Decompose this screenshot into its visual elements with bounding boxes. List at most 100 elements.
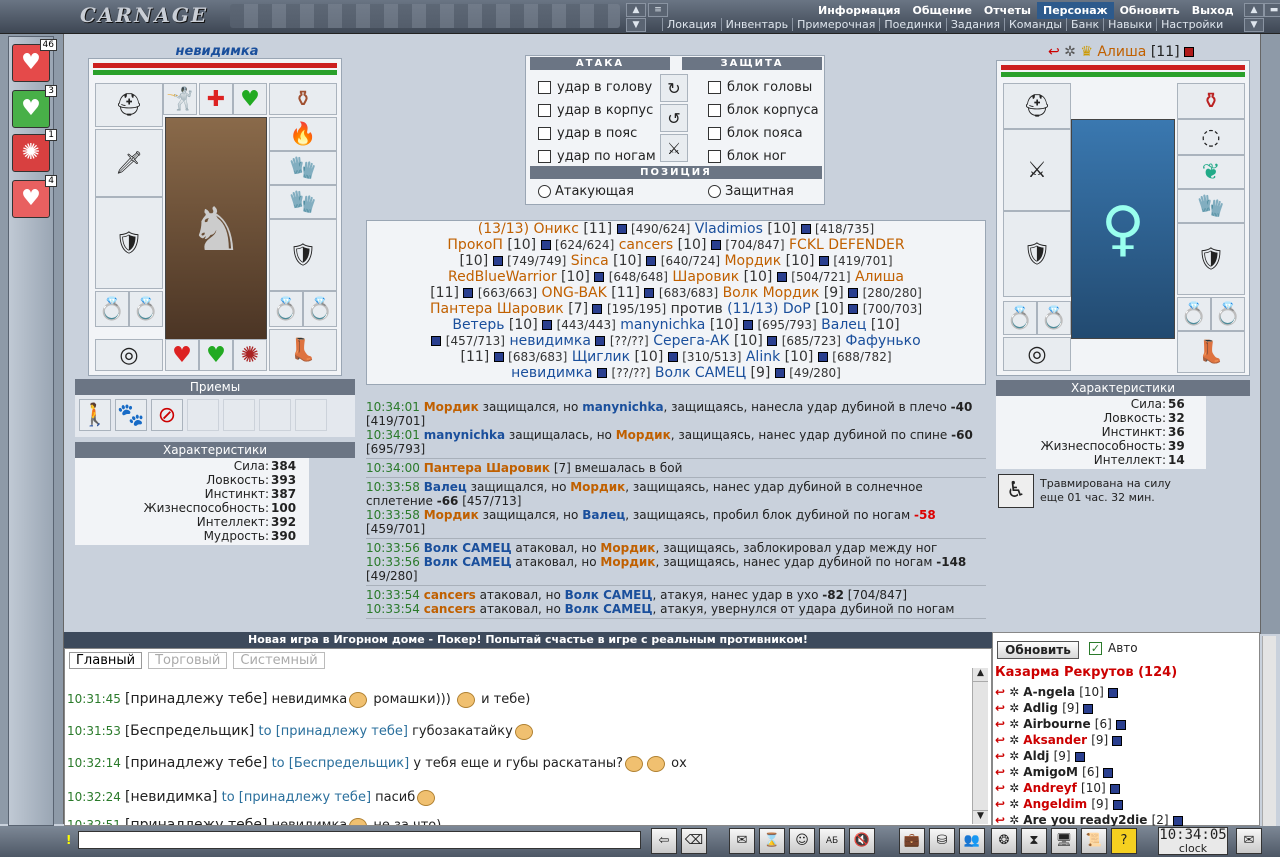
- chat-message-input[interactable]: [78, 831, 641, 849]
- combatant-name[interactable]: Серега-АК: [653, 333, 729, 349]
- info-icon[interactable]: [667, 352, 678, 362]
- info-icon[interactable]: [592, 304, 603, 314]
- combatant-name[interactable]: Vladimios: [695, 221, 763, 237]
- private-arrow-icon[interactable]: ↩: [995, 733, 1005, 747]
- info-icon[interactable]: [776, 272, 787, 282]
- quickslot-heart-icon[interactable]: ♥ 46: [12, 39, 57, 82]
- opp-boots-slot[interactable]: 👢: [1177, 331, 1245, 373]
- ring-slot-2[interactable]: 💍: [129, 291, 163, 327]
- info-icon[interactable]: [818, 256, 829, 266]
- combatant-name[interactable]: невидимка: [511, 365, 593, 381]
- info-icon[interactable]: [767, 336, 778, 346]
- opp-ring-slot-4[interactable]: 💍: [1211, 297, 1245, 331]
- rune-slot[interactable]: 🤺: [163, 83, 197, 115]
- auto-checkbox[interactable]: ✓: [1089, 642, 1102, 655]
- roster-user[interactable]: ↩ ✲ Are you ready2die [2]: [995, 813, 1183, 827]
- private-arrow-icon[interactable]: ↩: [995, 781, 1005, 795]
- weapon-slot[interactable]: 🗡: [95, 129, 163, 197]
- combatant-name[interactable]: Алиша: [855, 269, 904, 285]
- attack-option[interactable]: удар в корпус: [538, 99, 656, 122]
- hourglass-gold-icon[interactable]: ⧗: [1021, 828, 1047, 854]
- combatant-name[interactable]: Волк Мордик: [723, 285, 820, 301]
- log-player[interactable]: cancers: [424, 588, 476, 602]
- technique-paw-icon[interactable]: 🐾: [115, 399, 147, 431]
- technique-empty-3[interactable]: [259, 399, 291, 431]
- info-icon[interactable]: [848, 288, 859, 298]
- info-icon[interactable]: [800, 224, 811, 234]
- info-icon[interactable]: [743, 320, 754, 330]
- combatant-name[interactable]: Пантера Шаровик: [430, 301, 564, 317]
- helmet-slot[interactable]: ⛑: [95, 83, 163, 127]
- belt-slot[interactable]: ◎: [95, 339, 163, 371]
- attack-option[interactable]: удар по ногам: [538, 145, 656, 168]
- main-menu-item[interactable]: Отчеты: [978, 2, 1037, 19]
- sub-menu-item[interactable]: Задания: [945, 18, 1004, 31]
- combatant-name[interactable]: Ветерь: [452, 317, 504, 333]
- info-icon[interactable]: [1172, 815, 1183, 826]
- ring-slot-3[interactable]: 💍: [269, 291, 303, 327]
- sub-menu-item[interactable]: Навыки: [1103, 18, 1156, 31]
- opp-bracer-slot[interactable]: ❦: [1177, 155, 1245, 189]
- roster-user[interactable]: ↩ ✲ Angeldim [9]: [995, 797, 1123, 811]
- coins-icon[interactable]: ⛁: [929, 828, 955, 854]
- log-player[interactable]: manynichka: [582, 400, 663, 414]
- log-player[interactable]: Волк САМЕЦ: [565, 588, 653, 602]
- info-icon[interactable]: [1112, 799, 1123, 810]
- sub-menu-item[interactable]: Локация: [662, 18, 721, 31]
- runes-slot[interactable]: ✺: [233, 339, 267, 371]
- roster-user-name[interactable]: Angeldim: [1023, 797, 1087, 811]
- combatant-name[interactable]: (11/13): [727, 301, 778, 317]
- private-arrow-icon[interactable]: ↩: [995, 765, 1005, 779]
- technique-attack-icon[interactable]: 🚶: [79, 399, 111, 431]
- log-player[interactable]: manynichka: [424, 428, 505, 442]
- info-icon[interactable]: [542, 320, 553, 330]
- roster-user-name[interactable]: Aksander: [1023, 733, 1087, 747]
- ring-slot-4[interactable]: 💍: [303, 291, 337, 327]
- opp-weapon-slot[interactable]: ⚔: [1003, 129, 1071, 211]
- crossed-swords-icon[interactable]: ⚔: [660, 134, 688, 162]
- info-icon[interactable]: [1115, 719, 1126, 730]
- technique-block-icon[interactable]: ⊘: [151, 399, 183, 431]
- chat-sender[interactable]: [невидимка]: [125, 789, 217, 805]
- monitor-icon[interactable]: 🖥: [1051, 828, 1077, 854]
- info-icon[interactable]: [817, 352, 828, 362]
- log-player[interactable]: Мордик: [424, 400, 479, 414]
- chat-recipient[interactable]: to [Беспредельщик]: [267, 756, 410, 771]
- info-icon[interactable]: [1109, 783, 1120, 794]
- private-arrow-icon[interactable]: ↩: [995, 701, 1005, 715]
- eraser-icon[interactable]: ⌫: [681, 828, 707, 854]
- opp-armor-slot[interactable]: 🛡: [1003, 211, 1071, 297]
- opp-helmet-slot[interactable]: ⛑: [1003, 83, 1071, 129]
- ring-slot-1[interactable]: 💍: [95, 291, 129, 327]
- chat-scroll-up[interactable]: ▲: [973, 668, 988, 682]
- roster-user[interactable]: ↩ ✲ Aldj [9]: [995, 749, 1085, 763]
- log-player[interactable]: cancers: [424, 602, 476, 616]
- log-player[interactable]: Волк САМЕЦ: [424, 555, 512, 569]
- gloves-slot[interactable]: 🧤: [269, 185, 337, 219]
- private-arrow-icon[interactable]: ↩: [995, 749, 1005, 763]
- info-icon[interactable]: [492, 256, 503, 266]
- defense-option[interactable]: блок головы: [708, 76, 819, 99]
- combatant-name[interactable]: невидимка: [509, 333, 591, 349]
- log-player[interactable]: Валец: [424, 480, 467, 494]
- mute-icon[interactable]: 🔇: [849, 828, 875, 854]
- attack-checkbox[interactable]: [538, 127, 551, 140]
- close-button[interactable]: ▬: [1264, 3, 1280, 17]
- private-arrow-icon[interactable]: ↩: [995, 717, 1005, 731]
- shield-slot[interactable]: 🛡: [269, 219, 337, 291]
- info-icon[interactable]: [848, 304, 859, 314]
- position-defense[interactable]: Защитная: [708, 184, 794, 199]
- info-icon[interactable]: [710, 240, 721, 250]
- translit-icon[interactable]: АБ: [819, 828, 845, 854]
- heart-slot[interactable]: ♥: [165, 339, 199, 371]
- roster-user[interactable]: ↩ ✲ Aksander [9]: [995, 733, 1123, 747]
- send-arrow-icon[interactable]: ⇦: [651, 828, 677, 854]
- sub-menu-item[interactable]: Команды: [1003, 18, 1066, 31]
- info-icon[interactable]: [493, 352, 504, 362]
- defense-option[interactable]: блок корпуса: [708, 99, 819, 122]
- opp-amulet-slot[interactable]: ◌: [1177, 119, 1245, 155]
- scroll-down-button[interactable]: ▼: [626, 18, 646, 32]
- roster-user[interactable]: ↩ ✲ A-ngela [10]: [995, 685, 1119, 699]
- roster-user-name[interactable]: Andreyf: [1023, 781, 1077, 795]
- info-icon[interactable]: [595, 336, 606, 346]
